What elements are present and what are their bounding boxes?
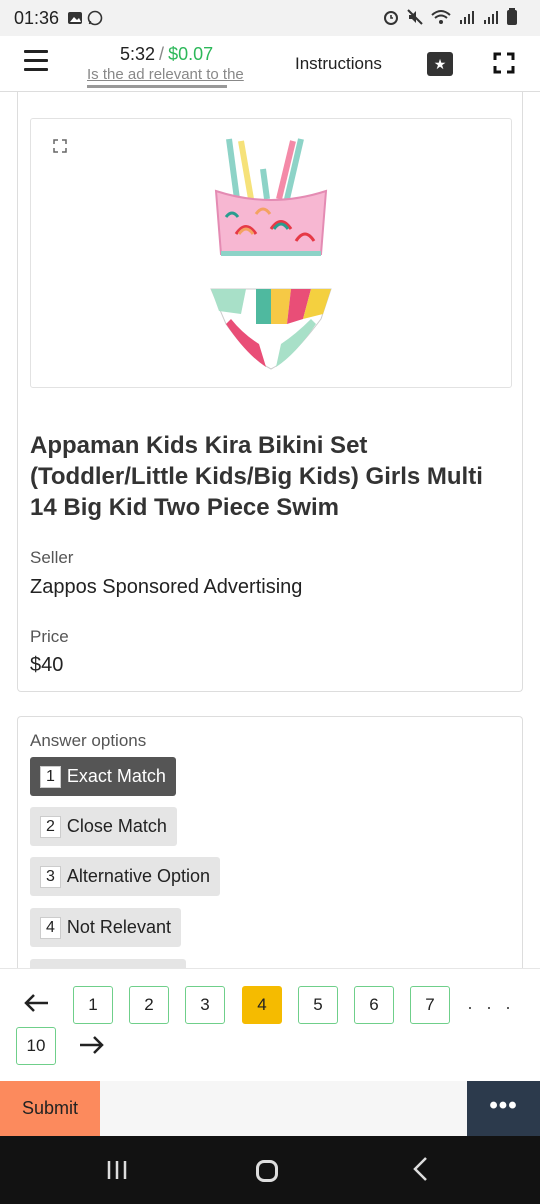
recent-apps-icon[interactable] xyxy=(105,1160,129,1180)
option-label: Close Match xyxy=(66,816,167,836)
task-progress-line xyxy=(87,85,227,88)
reward: $0.07 xyxy=(168,44,214,64)
arrow-right-icon[interactable] xyxy=(78,1033,106,1057)
task-header: 5:32/$0.07 Is the ad relevant to the Ins… xyxy=(0,36,540,92)
product-card: Appaman Kids Kira Bikini Set (Toddler/Li… xyxy=(17,92,523,692)
answer-options-panel: Answer options 1 Exact Match 2 Close Mat… xyxy=(17,716,523,968)
whatsapp-icon xyxy=(87,10,103,26)
more-options-button[interactable]: ••• xyxy=(467,1081,540,1136)
fullscreen-icon[interactable] xyxy=(493,52,515,74)
option-label: Exact Match xyxy=(66,766,166,786)
option-close-match[interactable]: 2 Close Match xyxy=(30,807,177,846)
task-question-link[interactable]: Is the ad relevant to the xyxy=(87,66,267,83)
star-icon[interactable]: ★ xyxy=(427,52,453,76)
status-bar: 01:36 xyxy=(0,0,540,36)
page-4[interactable]: 4 xyxy=(242,986,282,1024)
product-image xyxy=(210,138,332,370)
option-key: 2 xyxy=(40,815,61,838)
page-1[interactable]: 1 xyxy=(73,986,113,1024)
product-image-box xyxy=(30,118,512,388)
page-6[interactable]: 6 xyxy=(354,986,394,1024)
task-pager: 1 2 3 4 5 6 7 · · · 10 xyxy=(0,968,540,1078)
page-3[interactable]: 3 xyxy=(185,986,225,1024)
system-nav-bar xyxy=(0,1136,540,1204)
submit-button[interactable]: Submit xyxy=(0,1081,100,1136)
instructions-button[interactable]: Instructions xyxy=(295,54,382,74)
home-icon[interactable] xyxy=(256,1160,278,1182)
option-key: 1 xyxy=(40,765,61,788)
timer: 5:32 xyxy=(120,44,156,64)
product-title: Appaman Kids Kira Bikini Set (Toddler/Li… xyxy=(30,432,483,521)
option-key: 3 xyxy=(40,865,61,888)
signal-icon xyxy=(460,11,474,24)
page-2[interactable]: 2 xyxy=(129,986,169,1024)
option-partial[interactable] xyxy=(30,959,186,968)
price-label: Price xyxy=(30,627,69,646)
menu-icon[interactable] xyxy=(24,50,48,72)
option-exact-match[interactable]: 1 Exact Match xyxy=(30,757,176,796)
wifi-icon xyxy=(431,10,451,24)
timer-reward: 5:32/$0.07 xyxy=(120,44,213,65)
page-10[interactable]: 10 xyxy=(16,1027,56,1065)
signal-icon-2 xyxy=(484,11,498,24)
alarm-icon xyxy=(384,11,398,25)
seller-value: Zappos Sponsored Advertising xyxy=(30,576,303,598)
price-value: $40 xyxy=(30,654,64,676)
page-7[interactable]: 7 xyxy=(410,986,450,1024)
footer-bar: Submit ••• xyxy=(0,1081,540,1136)
option-alternative[interactable]: 3 Alternative Option xyxy=(30,857,220,896)
option-key: 4 xyxy=(40,916,61,939)
status-icons xyxy=(382,8,518,26)
battery-icon xyxy=(507,8,517,25)
option-label: Alternative Option xyxy=(66,866,210,886)
timer-separator: / xyxy=(159,44,165,64)
pager-ellipsis[interactable]: · · · xyxy=(467,997,515,1018)
mute-icon xyxy=(407,9,423,25)
option-not-relevant[interactable]: 4 Not Relevant xyxy=(30,908,181,947)
arrow-left-icon[interactable] xyxy=(22,991,50,1015)
status-time: 01:36 xyxy=(14,7,60,28)
page-5[interactable]: 5 xyxy=(298,986,338,1024)
gallery-icon xyxy=(68,12,83,24)
seller-label: Seller xyxy=(30,548,74,567)
expand-icon[interactable] xyxy=(53,139,67,153)
answer-options-title: Answer options xyxy=(30,731,147,750)
back-icon[interactable] xyxy=(410,1156,430,1182)
option-label: Not Relevant xyxy=(66,917,171,937)
